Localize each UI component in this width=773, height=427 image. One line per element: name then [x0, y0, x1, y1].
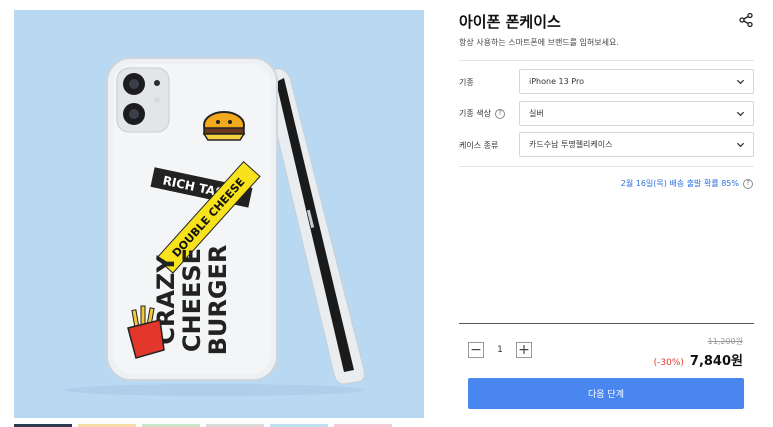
help-icon[interactable]: ?: [494, 108, 505, 119]
delivery-estimate: 2월 16일(목) 배송 출발 확률 85% ?: [621, 178, 753, 189]
case-type-select-value: 카드수납 투명젤리케이스: [529, 140, 613, 149]
case-type-select[interactable]: 카드수납 투명젤리케이스: [519, 132, 754, 157]
option-label-text: 케이스 종류: [459, 141, 499, 150]
share-button[interactable]: [738, 12, 754, 28]
burger-sticker: [202, 111, 246, 141]
delivery-text: 2월 16일(목) 배송 출발 확률 85%: [620, 179, 739, 188]
quantity-stepper: − 1 +: [468, 342, 532, 358]
product-title: 아이폰 폰케이스: [459, 13, 561, 31]
discount-rate: (-30%): [653, 358, 684, 368]
option-label-color: 기종 색상 ?: [459, 108, 505, 119]
divider: [459, 323, 754, 324]
option-label-case-type: 케이스 종류: [459, 140, 498, 151]
color-select[interactable]: 실버: [519, 101, 754, 126]
chevron-down-icon: [736, 142, 745, 148]
chevron-down-icon: [736, 79, 745, 85]
chevron-down-icon: [736, 111, 745, 117]
model-select[interactable]: iPhone 13 Pro: [519, 69, 754, 94]
phone-case-illustration: RICH TASTE DOUBLE CHEESE CRAZY CHEESE BU…: [64, 57, 365, 396]
divider: [459, 166, 754, 167]
next-step-button[interactable]: 다음 단계: [468, 378, 744, 409]
crazy-cheese-burger-text: CRAZY CHEESE BURGER: [152, 245, 232, 356]
color-select-value: 실버: [529, 109, 544, 118]
decrease-quantity-button[interactable]: −: [468, 342, 484, 358]
svg-text:CHEESE: CHEESE: [178, 248, 206, 352]
original-price: 11,200원: [707, 337, 743, 346]
help-icon[interactable]: ?: [743, 178, 753, 189]
option-label-model: 기종: [459, 77, 474, 88]
sale-price-row: (-30%) 7,840원: [654, 350, 743, 369]
model-select-value: iPhone 13 Pro: [529, 77, 584, 86]
share-icon: [739, 12, 753, 28]
option-label-text: 기종 색상: [459, 109, 491, 118]
product-image[interactable]: RICH TASTE DOUBLE CHEESE CRAZY CHEESE BU…: [14, 10, 424, 418]
phone-side-view: [265, 68, 365, 385]
sale-price: 7,840원: [689, 354, 743, 369]
divider: [459, 60, 754, 61]
product-subtitle: 항상 사용하는 스마트폰에 브랜드를 입혀보세요.: [459, 38, 619, 47]
increase-quantity-button[interactable]: +: [516, 342, 532, 358]
quantity-value[interactable]: 1: [496, 345, 504, 355]
svg-text:BURGER: BURGER: [204, 245, 232, 356]
option-label-text: 기종: [459, 78, 474, 87]
